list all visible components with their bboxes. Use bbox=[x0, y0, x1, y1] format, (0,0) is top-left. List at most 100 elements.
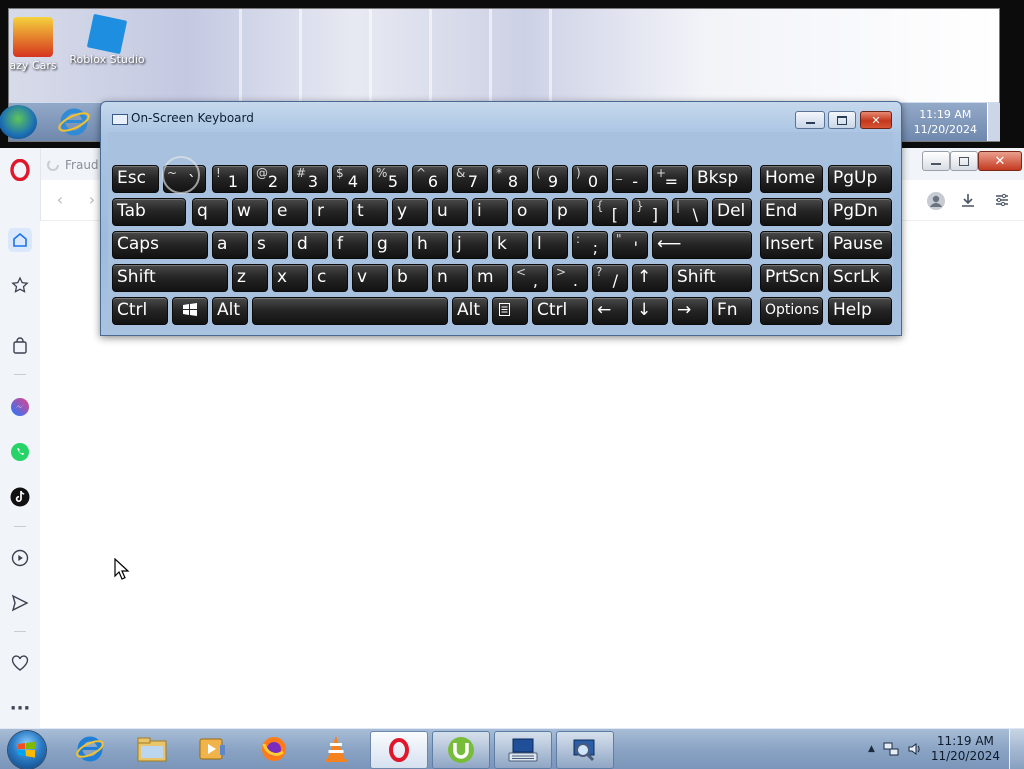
vlc-icon[interactable] bbox=[308, 731, 364, 767]
internet-explorer-icon[interactable] bbox=[57, 106, 91, 138]
key-4[interactable]: $4 bbox=[332, 165, 368, 193]
key-x[interactable]: x bbox=[272, 264, 308, 292]
key-w[interactable]: w bbox=[232, 198, 268, 226]
tiktok-icon[interactable] bbox=[8, 485, 32, 509]
key-y[interactable]: y bbox=[392, 198, 428, 226]
key-o[interactable]: o bbox=[512, 198, 548, 226]
key-t[interactable]: t bbox=[352, 198, 388, 226]
remote-start-button[interactable] bbox=[0, 105, 37, 139]
shopping-bag-icon[interactable] bbox=[8, 334, 32, 358]
key-h[interactable]: h bbox=[412, 231, 448, 259]
home-icon[interactable] bbox=[8, 228, 32, 252]
taskbar-clock[interactable]: 11:19 AM 11/20/2024 bbox=[931, 734, 1000, 764]
utorrent-icon[interactable] bbox=[432, 731, 490, 769]
opera-logo-icon[interactable] bbox=[8, 158, 32, 182]
key-space[interactable] bbox=[252, 297, 448, 325]
osk-titlebar[interactable]: On-Screen Keyboard ✕ bbox=[101, 102, 901, 130]
osk-close-button[interactable]: ✕ bbox=[860, 111, 892, 129]
key-s[interactable]: s bbox=[252, 231, 288, 259]
account-icon[interactable] bbox=[927, 192, 945, 214]
osk-minimize-button[interactable] bbox=[795, 111, 825, 129]
key-ctrl[interactable]: Ctrl bbox=[532, 297, 588, 325]
forward-arrow-icon[interactable]: › bbox=[82, 190, 102, 210]
key-6[interactable]: ^ 6 bbox=[412, 165, 448, 193]
file-explorer-icon[interactable] bbox=[124, 731, 180, 767]
osk-maximize-button[interactable] bbox=[828, 111, 856, 129]
key-c[interactable]: c bbox=[312, 264, 348, 292]
key-del[interactable]: Del bbox=[712, 198, 752, 226]
key-bksp[interactable]: Bksp bbox=[692, 165, 752, 193]
star-icon[interactable] bbox=[8, 273, 32, 297]
key-insert[interactable]: Insert bbox=[760, 231, 823, 259]
key-left-arrow[interactable]: ← bbox=[592, 297, 628, 325]
on-screen-keyboard-icon[interactable] bbox=[494, 731, 552, 769]
whatsapp-icon[interactable] bbox=[8, 440, 32, 464]
key-windows[interactable] bbox=[172, 297, 208, 325]
back-arrow-icon[interactable]: ‹ bbox=[50, 190, 70, 210]
key-help[interactable]: Help bbox=[828, 297, 892, 325]
browser-close-button[interactable]: ✕ bbox=[978, 151, 1022, 171]
player-icon[interactable] bbox=[8, 546, 32, 570]
key-semicolon[interactable]: :; bbox=[572, 231, 608, 259]
key-e[interactable]: e bbox=[272, 198, 308, 226]
key-r[interactable]: r bbox=[312, 198, 348, 226]
remote-clock[interactable]: 11:19 AM 11/20/2024 bbox=[914, 107, 977, 137]
firefox-icon[interactable] bbox=[246, 731, 302, 767]
key-right-bracket[interactable]: }] bbox=[632, 198, 668, 226]
download-icon[interactable] bbox=[960, 192, 976, 212]
key-v[interactable]: v bbox=[352, 264, 388, 292]
send-icon[interactable] bbox=[8, 591, 32, 615]
key-menu[interactable] bbox=[492, 297, 528, 325]
key-minus[interactable]: _ - bbox=[612, 165, 648, 193]
key-period[interactable]: >. bbox=[552, 264, 588, 292]
key-backtick[interactable]: ~ ` bbox=[163, 165, 206, 193]
key-b[interactable]: b bbox=[392, 264, 428, 292]
key-alt[interactable]: Alt bbox=[212, 297, 248, 325]
key-left-bracket[interactable]: {[ bbox=[592, 198, 628, 226]
key-down-arrow[interactable]: ↓ bbox=[632, 297, 668, 325]
key-pgup[interactable]: PgUp bbox=[828, 165, 892, 193]
key-fn[interactable]: Fn bbox=[712, 297, 752, 325]
key-options[interactable]: Options bbox=[760, 297, 823, 325]
key-0[interactable]: ) 0 bbox=[572, 165, 608, 193]
browser-restore-button[interactable] bbox=[950, 151, 978, 171]
media-player-icon[interactable] bbox=[184, 731, 240, 767]
key-backslash[interactable]: | \ bbox=[672, 198, 708, 226]
key-shift[interactable]: Shift bbox=[672, 264, 752, 292]
key-1[interactable]: ! 1 bbox=[212, 165, 248, 193]
key-up-arrow[interactable]: ↑ bbox=[632, 264, 668, 292]
key-end[interactable]: End bbox=[760, 198, 823, 226]
key-pgdn[interactable]: PgDn bbox=[828, 198, 892, 226]
key-a[interactable]: a bbox=[212, 231, 248, 259]
desktop-shortcut-roblox-studio[interactable]: Roblox Studio bbox=[67, 13, 147, 66]
key-caps[interactable]: Caps bbox=[112, 231, 208, 259]
key-3[interactable]: #3 bbox=[292, 165, 328, 193]
key-slash[interactable]: ? / bbox=[592, 264, 628, 292]
key-i[interactable]: i bbox=[472, 198, 508, 226]
key-shift[interactable]: Shift bbox=[112, 264, 228, 292]
key-n[interactable]: n bbox=[432, 264, 468, 292]
key-2[interactable]: @2 bbox=[252, 165, 288, 193]
key-f[interactable]: f bbox=[332, 231, 368, 259]
key-prtscn[interactable]: PrtScn bbox=[760, 264, 823, 292]
key-j[interactable]: j bbox=[452, 231, 488, 259]
key-ctrl[interactable]: Ctrl bbox=[112, 297, 168, 325]
key-z[interactable]: z bbox=[232, 264, 268, 292]
show-hidden-icons-icon[interactable]: ▲ bbox=[868, 744, 875, 754]
key-l[interactable]: l bbox=[532, 231, 568, 259]
key-tab[interactable]: Tab bbox=[112, 198, 186, 226]
key-m[interactable]: m bbox=[472, 264, 508, 292]
key-scrlk[interactable]: ScrLk bbox=[828, 264, 892, 292]
key-right-arrow[interactable]: → bbox=[672, 297, 708, 325]
key-p[interactable]: p bbox=[552, 198, 588, 226]
key-home[interactable]: Home bbox=[760, 165, 823, 193]
key-apostrophe[interactable]: " ' bbox=[612, 231, 648, 259]
key-enter[interactable]: ⟵ bbox=[652, 231, 752, 259]
magnifier-icon[interactable] bbox=[556, 731, 614, 769]
browser-tab[interactable]: Fraud bbox=[46, 152, 99, 178]
volume-icon[interactable] bbox=[907, 741, 923, 757]
key-g[interactable]: g bbox=[372, 231, 408, 259]
key-comma[interactable]: <, bbox=[512, 264, 548, 292]
key-7[interactable]: & 7 bbox=[452, 165, 488, 193]
key-9[interactable]: (9 bbox=[532, 165, 568, 193]
